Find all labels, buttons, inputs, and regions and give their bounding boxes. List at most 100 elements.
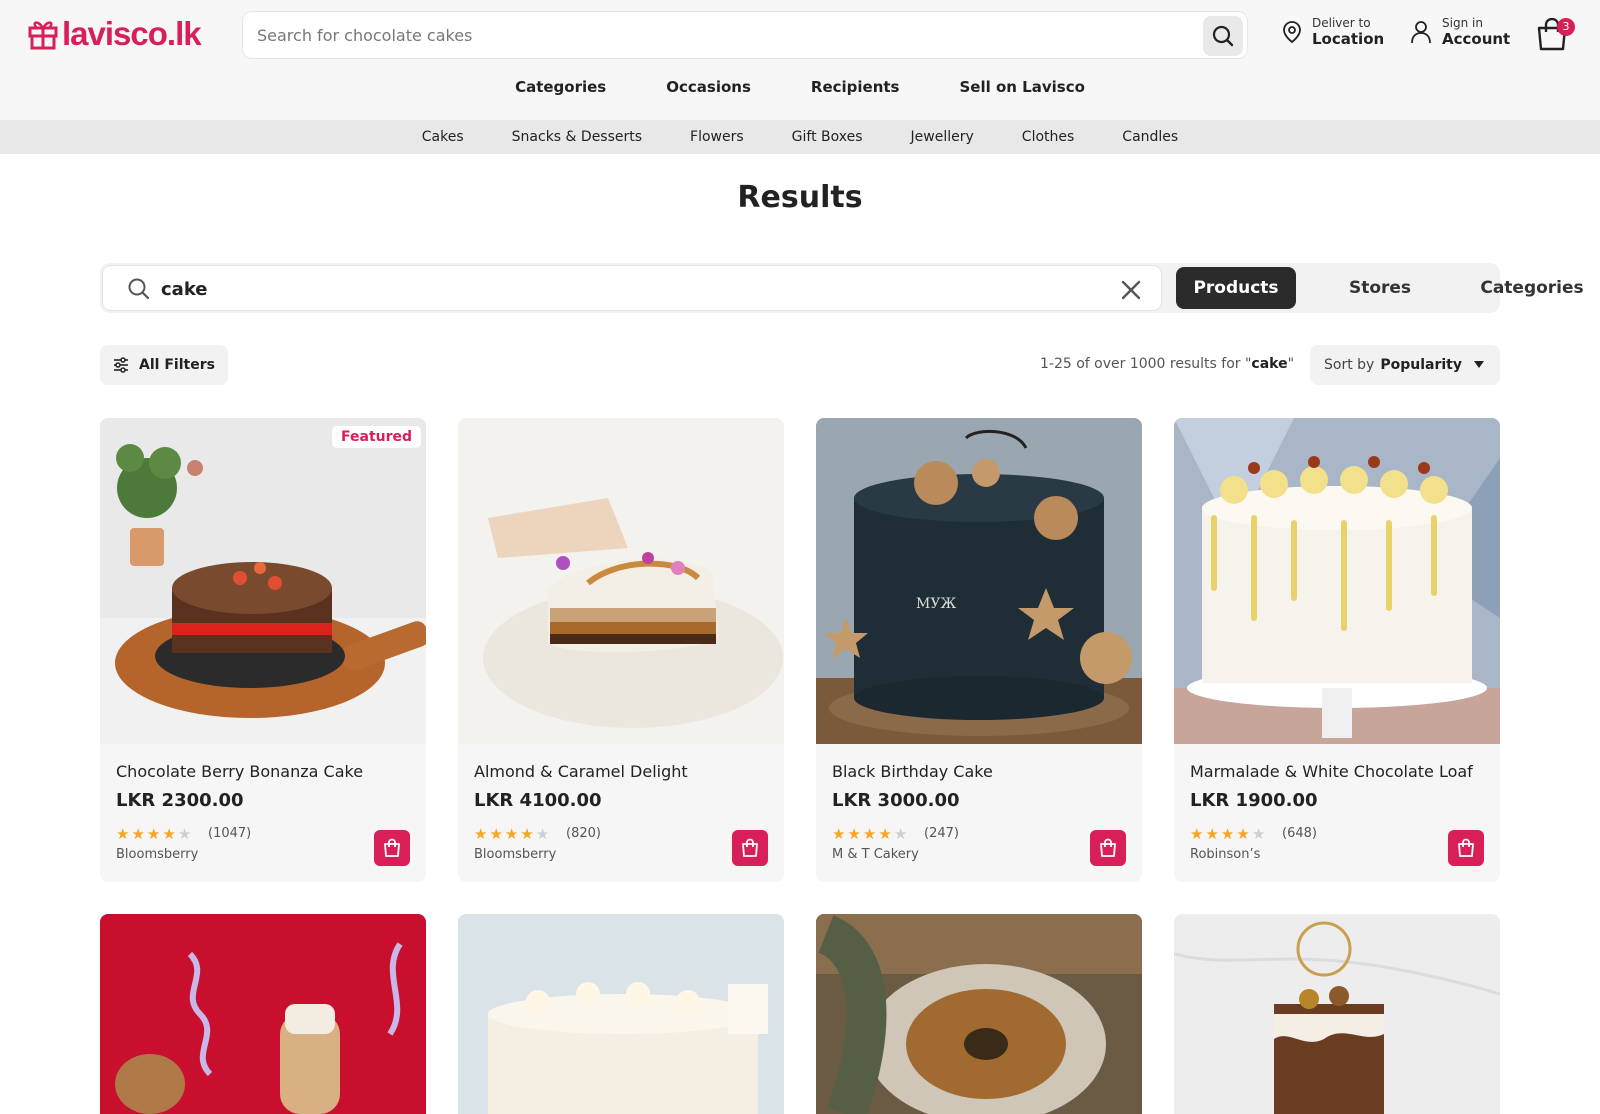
star-icon: ★ xyxy=(116,825,130,843)
product-name[interactable]: Almond & Caramel Delight xyxy=(474,762,688,781)
user-icon xyxy=(1411,21,1431,44)
star-icon: ★ xyxy=(832,825,846,843)
product-card[interactable]: Featured Chocolate Berry Bonanza Cake LK… xyxy=(100,418,426,882)
star-icon: ★ xyxy=(1236,825,1250,843)
rating-stars: ★ ★ ★ ★ ★ xyxy=(474,825,549,843)
star-icon: ★ xyxy=(878,825,892,843)
site-header: lavisco.lk Deliver to Location Sign in A… xyxy=(0,0,1600,120)
product-card[interactable] xyxy=(100,914,426,1114)
product-image xyxy=(1174,914,1500,1114)
main-nav-categories[interactable]: Categories xyxy=(515,78,606,96)
add-to-cart-button[interactable] xyxy=(732,830,768,866)
product-card[interactable] xyxy=(1174,914,1500,1114)
product-price: LKR 1900.00 xyxy=(1190,790,1318,811)
gift-icon xyxy=(28,21,58,50)
add-to-cart-button[interactable] xyxy=(374,830,410,866)
product-name[interactable]: Chocolate Berry Bonanza Cake xyxy=(116,762,363,781)
results-search-bar: Products Stores Categories xyxy=(100,263,1584,313)
star-icon: ★ xyxy=(1220,825,1235,843)
product-name[interactable]: Marmalade & White Chocolate Loaf xyxy=(1190,762,1473,781)
star-icon: ★ xyxy=(474,825,488,843)
category-nav-clothes[interactable]: Clothes xyxy=(1022,129,1075,145)
add-to-cart-button[interactable] xyxy=(1090,830,1126,866)
logo-text: lavisco.lk xyxy=(62,15,202,52)
product-card[interactable]: МУЖ Black Birthday Cake LKR 3000.00 ★ ★ ★ ★… xyxy=(816,418,1142,882)
logo[interactable]: lavisco.lk xyxy=(28,15,202,52)
category-nav-gift-boxes[interactable]: Gift Boxes xyxy=(792,129,863,145)
star-icon: ★ xyxy=(520,825,534,843)
product-card[interactable]: Almond & Caramel Delight LKR 4100.00 ★ ★ ★… xyxy=(458,418,784,882)
account-label: Account xyxy=(1442,30,1511,48)
category-nav-snacks[interactable]: Snacks & Desserts xyxy=(512,129,642,145)
product-card[interactable] xyxy=(458,914,784,1114)
star-empty-icon: ★ xyxy=(893,825,908,843)
tab-stores[interactable]: Stores xyxy=(1320,267,1440,309)
shopping-bag-icon xyxy=(1458,838,1474,857)
main-nav-sell[interactable]: Sell on Lavisco xyxy=(959,78,1084,96)
category-nav-candles[interactable]: Candles xyxy=(1122,129,1178,145)
category-nav-jewellery[interactable]: Jewellery xyxy=(911,129,974,145)
review-count: (820) xyxy=(566,826,601,841)
sliders-icon xyxy=(114,357,129,373)
shopping-bag-icon xyxy=(742,838,758,857)
main-nav: Categories Occasions Recipients Sell on … xyxy=(0,78,1600,96)
results-tabs: Products Stores Categories xyxy=(1176,267,1600,309)
shopping-bag-icon xyxy=(384,838,400,857)
review-count: (247) xyxy=(924,826,959,841)
product-image xyxy=(100,418,426,744)
add-to-cart-button[interactable] xyxy=(1448,830,1484,866)
results-search-field xyxy=(102,265,1162,311)
svg-text:МУЖ: МУЖ xyxy=(916,596,956,612)
star-icon: ★ xyxy=(162,825,176,843)
account[interactable]: Sign in Account xyxy=(1410,16,1510,48)
results-count-query: cake xyxy=(1251,356,1288,372)
sort-dropdown[interactable]: Sort by Popularity xyxy=(1310,345,1500,385)
star-icon: ★ xyxy=(1205,825,1219,843)
star-icon: ★ xyxy=(862,825,877,843)
sort-label: Sort by xyxy=(1324,357,1375,373)
main-nav-recipients[interactable]: Recipients xyxy=(811,78,900,96)
category-nav-cakes[interactable]: Cakes xyxy=(422,129,464,145)
store-name[interactable]: M & T Cakery xyxy=(832,847,919,862)
product-image: МУЖ xyxy=(816,418,1142,744)
tab-categories[interactable]: Categories xyxy=(1464,267,1600,309)
star-empty-icon: ★ xyxy=(1251,825,1266,843)
results-search-input[interactable] xyxy=(161,274,1061,304)
star-empty-icon: ★ xyxy=(177,825,192,843)
deliver-to[interactable]: Deliver to Location xyxy=(1282,16,1384,48)
all-filters-button[interactable]: All Filters xyxy=(100,345,228,385)
product-name[interactable]: Black Birthday Cake xyxy=(832,762,993,781)
review-count: (648) xyxy=(1282,826,1317,841)
search-icon xyxy=(1212,25,1234,47)
store-name[interactable]: Bloomsberry xyxy=(474,847,556,862)
location-pin-icon xyxy=(1283,21,1301,44)
product-image xyxy=(100,914,426,1114)
main-nav-occasions[interactable]: Occasions xyxy=(666,78,751,96)
tab-products[interactable]: Products xyxy=(1176,267,1296,309)
header-search-button[interactable] xyxy=(1203,16,1243,56)
product-price: LKR 3000.00 xyxy=(832,790,960,811)
rating-stars: ★ ★ ★ ★ ★ xyxy=(1190,825,1265,843)
product-card[interactable] xyxy=(816,914,1142,1114)
review-count: (1047) xyxy=(208,826,252,841)
results-count-prefix: 1-25 of over 1000 results for " xyxy=(1040,356,1252,372)
star-empty-icon: ★ xyxy=(535,825,550,843)
category-nav-flowers[interactable]: Flowers xyxy=(690,129,744,145)
store-name[interactable]: Robinson’s xyxy=(1190,847,1260,862)
sort-value: Popularity xyxy=(1380,357,1462,373)
category-nav: Cakes Snacks & Desserts Flowers Gift Box… xyxy=(0,120,1600,154)
product-price: LKR 4100.00 xyxy=(474,790,602,811)
star-icon: ★ xyxy=(146,825,161,843)
header-search-input[interactable] xyxy=(257,20,1187,50)
product-card[interactable]: Marmalade & White Chocolate Loaf LKR 190… xyxy=(1174,418,1500,882)
page-title: Results xyxy=(737,180,863,215)
search-icon xyxy=(128,278,150,300)
store-name[interactable]: Bloomsberry xyxy=(116,847,198,862)
close-icon[interactable] xyxy=(1119,278,1143,302)
shopping-bag-icon xyxy=(1100,838,1116,857)
product-image xyxy=(1174,418,1500,744)
signin-small: Sign in xyxy=(1442,16,1483,30)
product-image xyxy=(458,914,784,1114)
rating-stars: ★ ★ ★ ★ ★ xyxy=(832,825,907,843)
deliver-location: Location xyxy=(1312,30,1385,48)
